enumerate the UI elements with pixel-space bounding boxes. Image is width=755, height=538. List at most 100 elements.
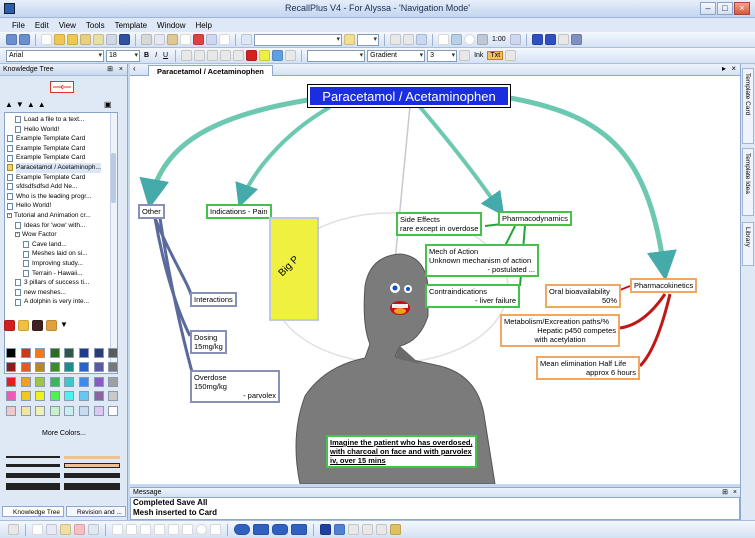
node-overdose[interactable]: Overdose 150mg/kg - parvolex bbox=[190, 370, 280, 403]
fill-tool-icon[interactable] bbox=[18, 320, 29, 331]
polyline-tool-icon[interactable] bbox=[168, 524, 179, 535]
tree-item[interactable]: Improving study... bbox=[23, 259, 83, 269]
minimize-button[interactable]: – bbox=[700, 2, 716, 15]
back-icon[interactable] bbox=[6, 34, 17, 45]
pin-icon[interactable]: ⊞ bbox=[107, 64, 113, 76]
color-swatch[interactable] bbox=[79, 348, 89, 358]
move-icon[interactable] bbox=[8, 524, 19, 535]
color-swatch[interactable] bbox=[35, 405, 46, 416]
node-interactions[interactable]: Interactions bbox=[190, 292, 237, 307]
tree-item[interactable]: Cave land... bbox=[23, 240, 67, 250]
node-pharmacokinetics[interactable]: Pharmacokinetics bbox=[630, 278, 698, 293]
line-tool-icon[interactable] bbox=[126, 524, 137, 535]
color-swatch[interactable] bbox=[35, 376, 46, 387]
color-swatch[interactable] bbox=[108, 376, 119, 387]
tree-item[interactable]: Example Template Card bbox=[7, 134, 85, 144]
undo-icon[interactable] bbox=[390, 34, 401, 45]
color-swatch[interactable] bbox=[108, 405, 119, 416]
node-other[interactable]: Other bbox=[138, 204, 165, 219]
export-icon[interactable] bbox=[106, 34, 117, 45]
align-left-icon[interactable] bbox=[181, 50, 193, 61]
select-icon[interactable] bbox=[219, 34, 230, 45]
text-color-tool-icon[interactable] bbox=[4, 320, 15, 331]
tree-item[interactable]: 3 pillars of success ti... bbox=[15, 278, 89, 288]
menu-file[interactable]: File bbox=[12, 21, 25, 30]
tab-template-idea[interactable]: Template Idea bbox=[742, 148, 754, 216]
blue-rect-icon[interactable] bbox=[253, 524, 269, 535]
color-swatch[interactable] bbox=[108, 362, 119, 373]
tree-nav-arrows[interactable]: ▲▼▲▲ bbox=[5, 100, 49, 109]
rotate-icon[interactable] bbox=[477, 34, 488, 45]
forward-icon[interactable] bbox=[19, 34, 30, 45]
gradient-combo[interactable]: Gradient bbox=[367, 49, 426, 62]
blue-ellipse-icon[interactable] bbox=[234, 524, 250, 535]
color-swatch[interactable] bbox=[20, 376, 31, 387]
tree-item[interactable]: A dolphin is very inte... bbox=[15, 297, 89, 307]
tree-item[interactable]: - Tutorial and Animation cr... bbox=[7, 211, 91, 221]
color-swatch[interactable] bbox=[93, 405, 104, 416]
redo-icon[interactable] bbox=[403, 34, 414, 45]
color-swatch[interactable] bbox=[64, 376, 75, 387]
tab-revision[interactable]: Revision and ... bbox=[66, 506, 126, 517]
chart-icon[interactable] bbox=[570, 34, 582, 45]
tab-paracetamol[interactable]: Paracetamol / Acetaminophen bbox=[148, 65, 273, 76]
tree-item[interactable]: Example Template Card bbox=[7, 173, 85, 183]
tab-library[interactable]: Library bbox=[742, 222, 754, 266]
save-icon[interactable] bbox=[119, 34, 130, 45]
blue-banner-icon[interactable] bbox=[291, 524, 307, 535]
node-oral-bioavailability[interactable]: Oral bioavailability 50% bbox=[545, 284, 621, 308]
tree-item[interactable]: Load a file to a text... bbox=[15, 115, 84, 125]
color-swatch[interactable] bbox=[93, 376, 104, 387]
open-folder-icon[interactable] bbox=[54, 34, 65, 45]
numbering-icon[interactable] bbox=[233, 50, 245, 61]
color-swatch[interactable] bbox=[64, 405, 75, 416]
tree-item[interactable]: Terrain - Hawaii... bbox=[23, 269, 83, 279]
line-color-icon[interactable] bbox=[285, 50, 297, 61]
align-center-icon[interactable] bbox=[194, 50, 206, 61]
arrow-tool-icon[interactable] bbox=[140, 524, 151, 535]
mesh-icon[interactable] bbox=[320, 524, 331, 535]
color-swatch[interactable] bbox=[108, 391, 119, 402]
maximize-button[interactable]: □ bbox=[717, 2, 733, 15]
document-icon[interactable] bbox=[180, 34, 191, 45]
color-swatch[interactable] bbox=[93, 348, 104, 358]
color-swatch[interactable] bbox=[35, 362, 46, 373]
tab-template-card[interactable]: Template Card bbox=[742, 68, 754, 144]
tree-item[interactable]: Who is the leading progr... bbox=[7, 192, 92, 202]
pointer-icon[interactable] bbox=[32, 524, 43, 535]
tree-scrollbar[interactable] bbox=[110, 113, 117, 373]
cut-icon[interactable] bbox=[141, 34, 152, 45]
color-swatch[interactable] bbox=[20, 348, 31, 358]
color-swatch[interactable] bbox=[49, 391, 60, 402]
bold-button[interactable]: B bbox=[142, 52, 151, 59]
font-size-combo[interactable]: 18 bbox=[106, 49, 140, 62]
tree-item[interactable]: Example Template Card bbox=[7, 144, 85, 154]
play-icon[interactable] bbox=[531, 34, 543, 45]
color-swatch[interactable] bbox=[64, 362, 75, 373]
color-swatch[interactable] bbox=[64, 348, 75, 358]
fill-style-combo[interactable] bbox=[307, 49, 366, 62]
play-previous-icon[interactable] bbox=[509, 34, 521, 45]
zoom-combo[interactable] bbox=[357, 33, 379, 46]
node-contraindications[interactable]: Contraindications - liver failure bbox=[425, 284, 520, 308]
binoculars-icon[interactable] bbox=[241, 34, 252, 45]
ruler-icon[interactable] bbox=[390, 524, 401, 535]
color-swatch[interactable] bbox=[49, 376, 60, 387]
stroke-style-7[interactable] bbox=[6, 483, 60, 490]
node-mech-of-action[interactable]: Mech of Action Unknown mechanism of acti… bbox=[425, 244, 539, 277]
node-pharmacodynamics[interactable]: Pharmacodynamics bbox=[498, 211, 572, 226]
node-dosing[interactable]: Dosing 15mg/kg bbox=[190, 330, 227, 354]
tree-filter-icon[interactable]: ▣ bbox=[104, 100, 112, 109]
node-big-p[interactable]: Big P bbox=[269, 217, 319, 321]
connect-icon[interactable] bbox=[334, 524, 345, 535]
ink-tool-icon[interactable] bbox=[32, 320, 43, 331]
color-swatch[interactable] bbox=[93, 391, 104, 402]
blue-rounded-rect-icon[interactable] bbox=[272, 524, 288, 535]
grid-icon[interactable] bbox=[451, 34, 462, 45]
new-card-icon[interactable] bbox=[41, 34, 52, 45]
step-icon[interactable] bbox=[544, 34, 556, 45]
menu-view[interactable]: View bbox=[59, 21, 76, 30]
zoom-level[interactable]: 1:00 bbox=[490, 36, 508, 43]
menu-template[interactable]: Template bbox=[115, 21, 147, 30]
tree-item[interactable]: Example Template Card bbox=[7, 153, 85, 163]
